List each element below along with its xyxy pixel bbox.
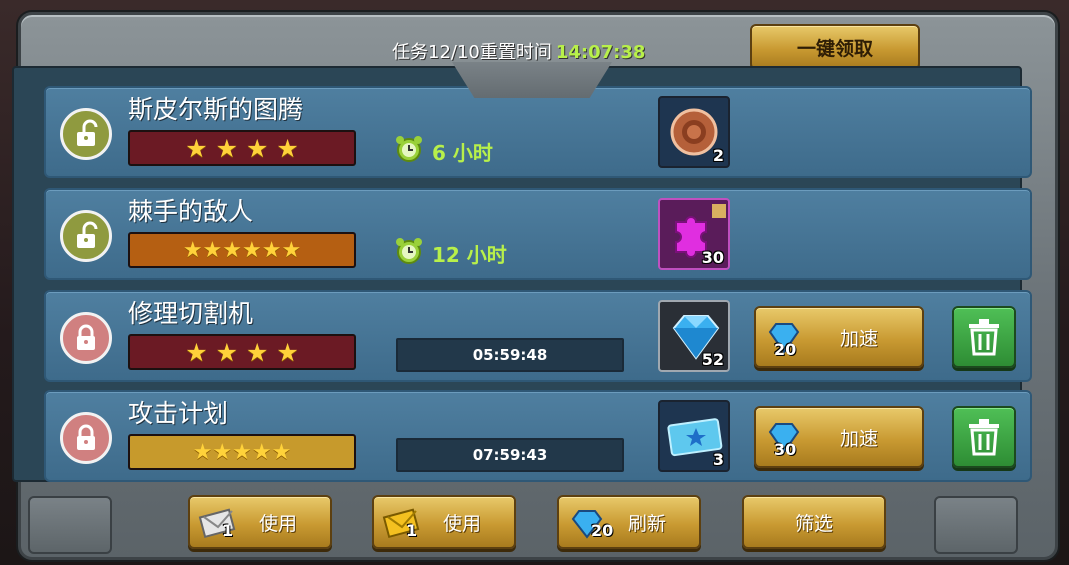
task-title: 修理切割机	[128, 299, 254, 328]
reward-coin[interactable]: 2	[658, 96, 730, 168]
delete-button[interactable]	[952, 406, 1016, 468]
lock-icon[interactable]	[60, 412, 112, 464]
task-row[interactable]: 棘手的敌人 ★★★★★★ 12 小时 30	[44, 188, 1032, 280]
claim-all-label: 一键领取	[796, 37, 873, 60]
trash-icon	[969, 319, 999, 356]
reward-ticket[interactable]: 3	[658, 400, 730, 472]
countdown-bar: 07:59:43	[396, 438, 624, 472]
alarm-clock-icon	[394, 134, 424, 169]
header-notch	[452, 62, 612, 98]
star-rating: ★ ★ ★ ★	[128, 334, 356, 370]
task-title: 斯皮尔斯的图腾	[128, 95, 304, 124]
speed-cost: 20	[774, 340, 797, 359]
bottom-right-panel	[934, 496, 1018, 554]
duration-text: 6 小时	[432, 141, 493, 165]
use-silver-label: 使用	[258, 512, 297, 535]
countdown-bar: 05:59:48	[396, 338, 624, 372]
filter-label: 筛选	[794, 512, 833, 535]
lock-icon[interactable]	[60, 312, 112, 364]
use-gold-label: 使用	[442, 512, 481, 535]
task-duration: 12 小时	[394, 236, 507, 271]
delete-button[interactable]	[952, 306, 1016, 368]
speed-cost: 30	[774, 440, 797, 459]
claim-all-button[interactable]: 一键领取	[750, 24, 920, 70]
refresh-cost: 20	[591, 521, 614, 540]
reward-diamond[interactable]: 52	[658, 300, 730, 372]
gold-envelope-count: 1	[406, 521, 418, 540]
duration-text: 12 小时	[432, 243, 507, 267]
bottom-left-panel	[28, 496, 112, 554]
silver-envelope-count: 1	[222, 521, 234, 540]
unlock-icon[interactable]	[60, 210, 112, 262]
refresh-label: 刷新	[627, 512, 666, 535]
filter-button[interactable]: 筛选	[742, 495, 886, 549]
task-title: 攻击计划	[128, 399, 229, 428]
speed-up-button[interactable]: 20 加速	[754, 306, 924, 368]
task-row[interactable]: 攻击计划 ★★★★★ 07:59:43 3 30 加速	[44, 390, 1032, 482]
speed-up-label: 加速	[839, 327, 878, 350]
star-rating: ★★★★★	[128, 434, 356, 470]
task-row[interactable]: 斯皮尔斯的图腾 ★ ★ ★ ★ 6 小时 2	[44, 86, 1032, 178]
task-row[interactable]: 修理切割机 ★ ★ ★ ★ 05:59:48 52 20 加速	[44, 290, 1032, 382]
refresh-button[interactable]: 20 刷新	[557, 495, 701, 549]
reward-count: 3	[712, 450, 724, 469]
reset-timer: 14:07:38	[555, 42, 646, 63]
star-rating: ★★★★★★	[128, 232, 356, 268]
trash-icon	[969, 419, 999, 456]
use-silver-envelope-button[interactable]: 1 使用	[188, 495, 332, 549]
alarm-clock-icon	[394, 236, 424, 271]
task-reset-info: 任务12/10重置时间 14:07:38	[392, 38, 645, 64]
reward-count: 52	[701, 350, 724, 369]
speed-up-label: 加速	[839, 427, 878, 450]
star-rating: ★ ★ ★ ★	[128, 130, 356, 166]
unlock-icon[interactable]	[60, 108, 112, 160]
task-duration: 6 小时	[394, 134, 493, 169]
reward-count: 2	[712, 146, 724, 165]
reward-puzzle[interactable]: 30	[658, 198, 730, 270]
use-gold-envelope-button[interactable]: 1 使用	[372, 495, 516, 549]
task-title: 棘手的敌人	[128, 197, 254, 226]
reward-count: 30	[701, 248, 724, 267]
task-count-label: 任务12/10重置时间	[392, 42, 552, 63]
speed-up-button[interactable]: 30 加速	[754, 406, 924, 468]
